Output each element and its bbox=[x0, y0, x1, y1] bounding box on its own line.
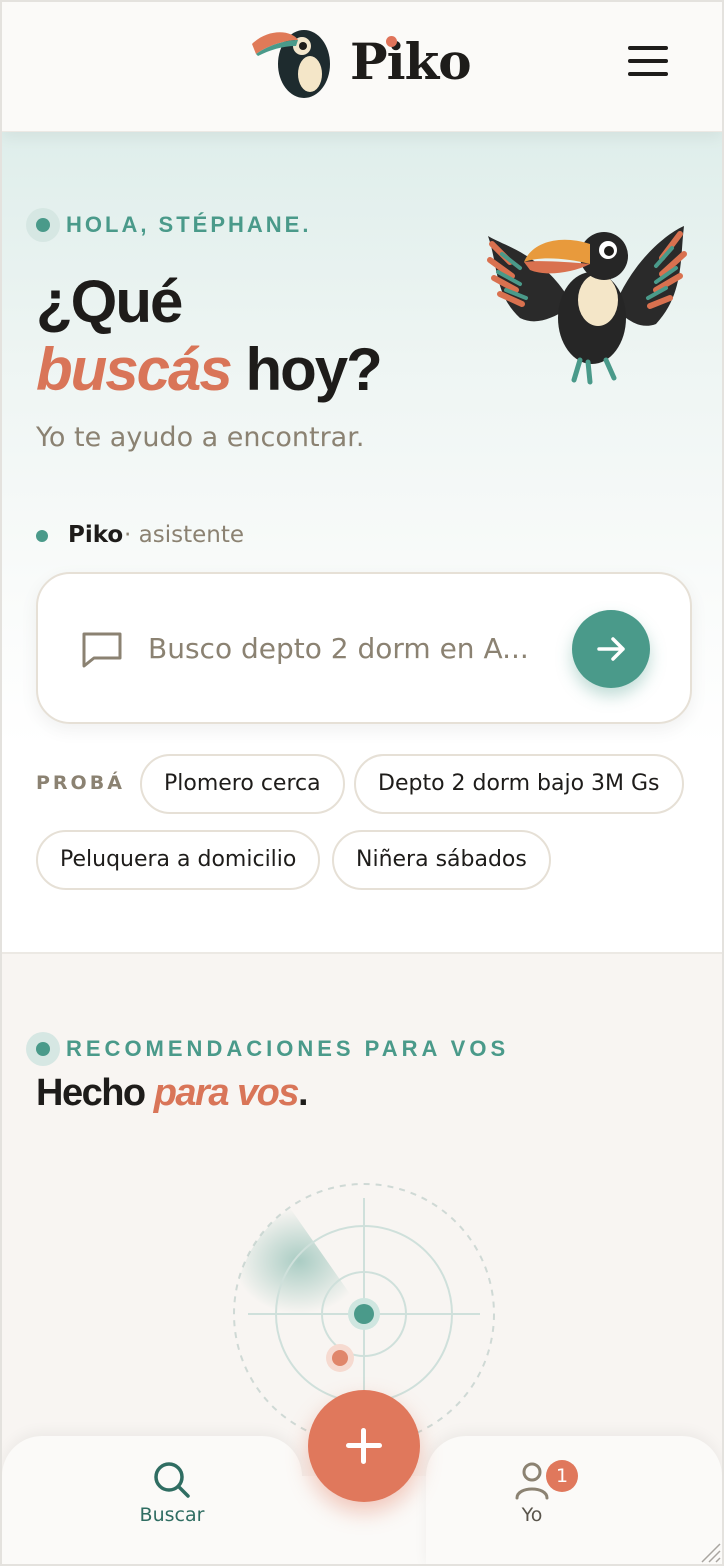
suggestion-chip[interactable]: Depto 2 dorm bajo 3M Gs bbox=[354, 754, 684, 814]
add-button[interactable] bbox=[308, 1390, 420, 1502]
hero-subtitle: Yo te ayudo a encontrar. bbox=[36, 422, 365, 453]
title-line-1: ¿Qué bbox=[36, 268, 183, 335]
chat-bubble-icon bbox=[82, 632, 122, 668]
recommendations-title: Hecho para vos. bbox=[36, 1072, 309, 1115]
reco-title-start: Hecho bbox=[36, 1072, 146, 1114]
toucan-mascot-icon bbox=[487, 226, 687, 385]
app-header: Piko bbox=[2, 2, 722, 132]
assistant-role: · asistente bbox=[124, 522, 244, 548]
brand-name: Piko bbox=[350, 32, 472, 91]
suggestion-chip[interactable]: Peluquera a domicilio bbox=[36, 830, 321, 890]
title-line-2: buscás hoy? bbox=[36, 336, 476, 404]
arrow-right-icon bbox=[597, 637, 625, 661]
reco-title-end: . bbox=[298, 1072, 309, 1114]
status-dot-icon bbox=[26, 208, 60, 242]
suggestions-label: PROBÁ bbox=[36, 772, 125, 794]
search-input[interactable] bbox=[148, 620, 538, 676]
toucan-logo-icon bbox=[252, 30, 330, 98]
resize-grip-icon[interactable] bbox=[696, 1538, 722, 1564]
suggestion-chip[interactable]: Plomero cerca bbox=[140, 754, 345, 814]
suggestion-chip[interactable]: Niñera sábados bbox=[332, 830, 551, 890]
title-accent: buscás bbox=[36, 336, 233, 403]
reco-title-accent: para vos bbox=[153, 1072, 300, 1114]
status-dot-icon bbox=[26, 1032, 60, 1066]
notification-badge: 1 bbox=[546, 1460, 578, 1492]
nav-search[interactable]: Buscar bbox=[112, 1460, 232, 1526]
search-icon bbox=[154, 1462, 190, 1498]
search-box bbox=[36, 572, 692, 724]
title-rest: hoy? bbox=[245, 336, 382, 403]
greeting-label: HOLA, STÉPHANE. bbox=[66, 212, 312, 237]
nav-search-label: Buscar bbox=[139, 1504, 205, 1526]
hero-section: HOLA, STÉPHANE. ¿Qué buscás hoy? Yo te a… bbox=[2, 132, 722, 952]
nav-profile-label: Yo bbox=[521, 1504, 543, 1526]
assistant-status-dot bbox=[36, 530, 48, 542]
assistant-name: Piko bbox=[68, 522, 124, 548]
page-title: ¿Qué buscás hoy? bbox=[36, 268, 476, 404]
brand-dot bbox=[386, 36, 397, 47]
menu-button[interactable] bbox=[628, 46, 668, 86]
hamburger-menu-icon bbox=[628, 46, 668, 50]
recommendations-label: RECOMENDACIONES PARA VOS bbox=[66, 1036, 510, 1061]
app-frame: Piko HOLA, STÉPHANE. ¿Qué buscás hoy? Yo… bbox=[0, 0, 724, 1566]
send-button[interactable] bbox=[572, 610, 650, 688]
